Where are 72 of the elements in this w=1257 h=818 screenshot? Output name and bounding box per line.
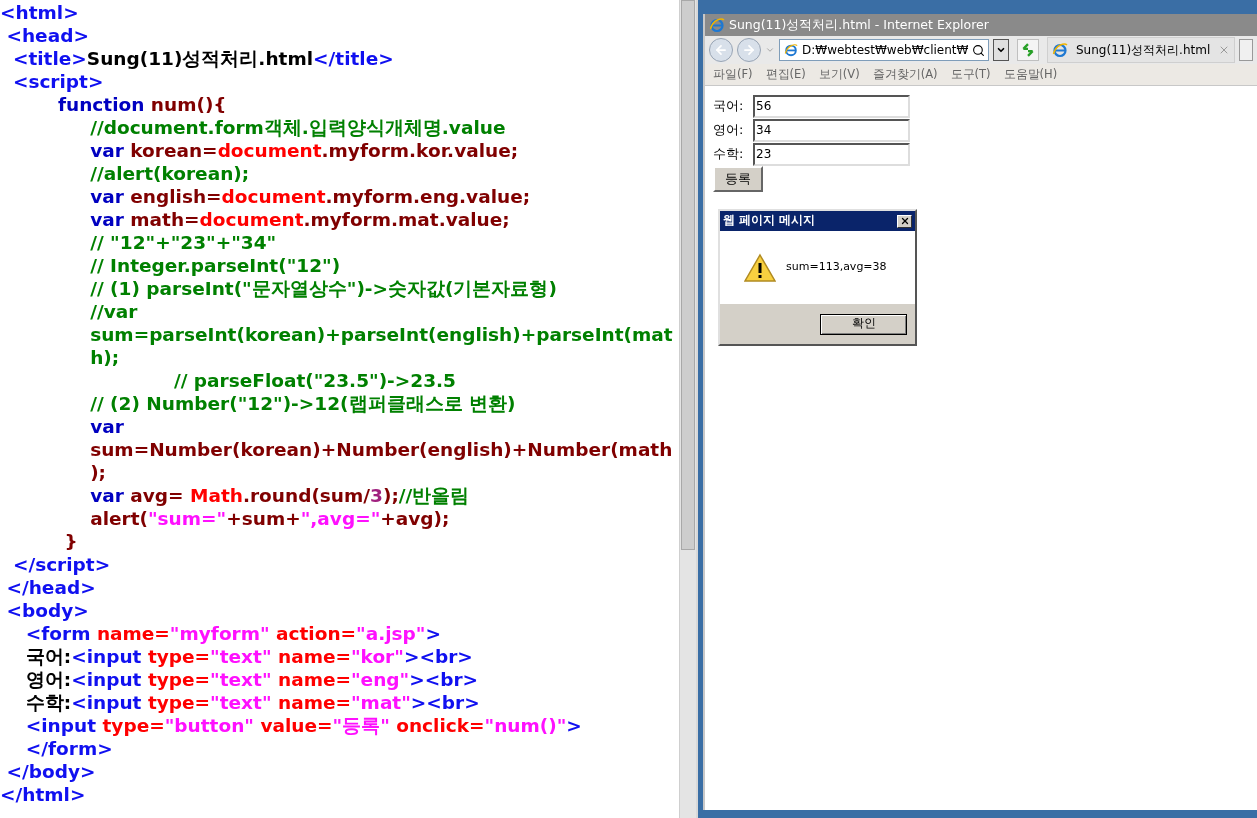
code-line: </script> (11, 553, 111, 576)
code-line: <input type="button" value="등록" onclick="num()"> (24, 714, 582, 737)
browser-logo-icon (784, 43, 798, 57)
code-line: <form name="myform" action="a.jsp"> (24, 622, 441, 645)
field-label: 국어: (713, 97, 745, 116)
code-line: // Integer.parseInt("12") (89, 254, 341, 277)
code-line: </body> (5, 760, 96, 783)
address-field[interactable]: D:₩webtest₩web₩client₩ (779, 39, 989, 61)
submit-button[interactable]: 등록 (713, 166, 763, 192)
search-icon[interactable] (972, 43, 986, 57)
caret-icon[interactable] (765, 45, 775, 55)
code-line: // "12"+"23"+"34" (89, 231, 277, 254)
text-input[interactable]: 34 (753, 118, 910, 142)
code-line: </head> (5, 576, 96, 599)
menu-item[interactable]: 보기(V) (818, 65, 860, 84)
ok-button[interactable]: 확인 (820, 313, 907, 335)
code-line: <body> (5, 599, 89, 622)
code-line: // (2) Number("12")->12(랩퍼클래스로 변환) (89, 392, 516, 415)
code-line: var (89, 415, 124, 438)
code-line: <head> (5, 24, 89, 47)
caret-icon (996, 45, 1006, 55)
browser-logo-icon (1052, 42, 1068, 58)
code-line: 영어:<input type="text" name="eng"><br> (24, 668, 479, 691)
text-input[interactable]: 56 (753, 94, 910, 118)
code-line: var avg= Math.round(sum/3);//반올림 (89, 484, 470, 507)
code-line: ); (89, 461, 107, 484)
menu-item[interactable]: 편집(E) (765, 65, 806, 84)
code-line: // parseFloat("23.5")->23.5 (172, 369, 456, 392)
code-line: <script> (11, 70, 104, 93)
code-line: 수학:<input type="text" name="mat"><br> (24, 691, 480, 714)
address-text: D:₩webtest₩web₩client₩ (802, 42, 969, 59)
code-line: } (63, 530, 78, 553)
code-line: function num(){ (56, 93, 227, 116)
code-line: </html> (0, 783, 86, 806)
back-button[interactable] (709, 38, 733, 62)
code-line: alert("sum="+sum+",avg="+avg); (89, 507, 450, 530)
code-line: </form> (24, 737, 113, 760)
dialog-title: 웹 페이지 메시지 (723, 212, 815, 230)
forward-button[interactable] (737, 38, 761, 62)
close-button[interactable] (897, 214, 912, 228)
menu-item[interactable]: 파일(F) (713, 65, 753, 84)
new-tab-button[interactable] (1239, 39, 1253, 61)
close-icon (899, 216, 910, 226)
window-title: Sung(11)성적처리.html - Internet Explorer (729, 15, 989, 34)
menu-item[interactable]: 즐겨찾기(A) (872, 65, 938, 84)
forward-arrow-icon (742, 43, 756, 57)
browser-logo-icon (709, 17, 725, 33)
code-line: sum=Number(korean)+Number(english)+Number(math (89, 438, 673, 461)
code-line: //alert(korean); (89, 162, 250, 185)
refresh-icon (1021, 43, 1035, 57)
text-input[interactable]: 23 (753, 142, 910, 166)
alert-message: sum=113,avg=38 (786, 259, 887, 276)
tab-title: Sung(11)성적처리.html (1076, 42, 1211, 59)
code-line: <title>Sung(11)성적처리.html</title> (11, 47, 394, 70)
code-line: var math=document.myform.mat.value; (89, 208, 510, 231)
code-line: <html> (0, 1, 79, 24)
browser-tab[interactable]: Sung(11)성적처리.html (1047, 37, 1235, 63)
field-label: 수학: (713, 145, 745, 164)
code-line: //var (89, 300, 138, 323)
back-arrow-icon (714, 43, 728, 57)
code-line: 국어:<input type="text" name="kor"><br> (24, 645, 473, 668)
menu-item[interactable]: 도움말(H) (1003, 65, 1058, 84)
code-line: var korean=document.myform.kor.value; (89, 139, 519, 162)
dropdown-button[interactable] (993, 39, 1009, 61)
warning-icon (744, 252, 776, 283)
code-line: // (1) parseInt("문자열상수")->숫자값(기본자료형) (89, 277, 557, 300)
field-label: 영어: (713, 121, 745, 140)
code-line: sum=parseInt(korean)+parseInt(english)+parseInt(mat (89, 323, 673, 346)
code-line: //document.form객체.입력양식개체명.value (89, 116, 506, 139)
code-line: var english=document.myform.eng.value; (89, 185, 531, 208)
code-line: h); (89, 346, 120, 369)
menu-item[interactable]: 도구(T) (950, 65, 991, 84)
